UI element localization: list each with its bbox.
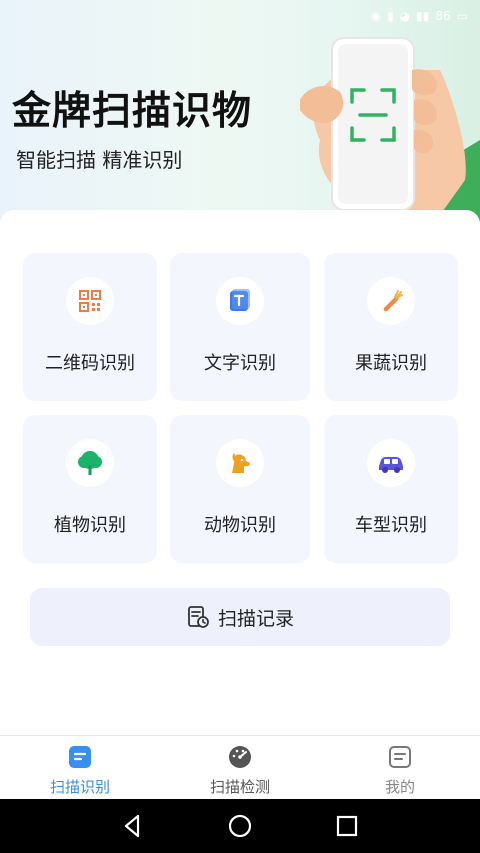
tile-label: 植物识别: [54, 515, 126, 536]
location-icon: ◉: [370, 9, 382, 23]
scan-recognition-tab-icon: [69, 746, 91, 768]
tile-label: 车型识别: [355, 515, 427, 536]
tile-qr-recognition[interactable]: 二维码识别: [23, 253, 157, 401]
tile-text-recognition[interactable]: 文字识别: [170, 253, 310, 401]
app-subtitle: 智能扫描 精准识别: [16, 148, 183, 172]
system-nav-bar: [0, 799, 480, 853]
car-icon: [379, 457, 403, 473]
battery-icon: ▭: [456, 9, 468, 23]
recents-icon[interactable]: [332, 811, 362, 841]
wifi-icon: ◕: [399, 9, 411, 23]
battery-level: 86: [435, 9, 451, 23]
tree-icon: [78, 451, 102, 475]
history-doc-icon: [188, 606, 209, 628]
bottom-tab-bar: 扫描识别 扫描检测 我的: [0, 735, 480, 800]
vibrate-icon: ▮: [387, 9, 394, 23]
tile-label: 动物识别: [204, 515, 276, 536]
header-banner: ◉ ▮ ◕ ▮▮ 86 ▭ 金牌扫描识物 智能扫描 精准识别: [0, 0, 480, 240]
tab-scan-detection[interactable]: 扫描检测: [160, 736, 320, 800]
scan-history-label: 扫描记录: [217, 607, 294, 630]
tab-scan-recognition[interactable]: 扫描识别: [0, 736, 160, 800]
back-icon[interactable]: [118, 811, 148, 841]
app-title: 金牌扫描识物: [12, 89, 253, 134]
profile-doc-icon: [389, 746, 411, 768]
text-icon: [230, 289, 250, 311]
signal-icon: ▮▮: [416, 9, 430, 23]
status-bar: ◉ ▮ ◕ ▮▮ 86 ▭: [0, 0, 480, 32]
tile-produce-recognition[interactable]: 果蔬识别: [324, 253, 458, 401]
tile-label: 果蔬识别: [355, 353, 427, 374]
tab-label: 扫描检测: [209, 778, 270, 796]
qr-code-icon: [79, 290, 101, 312]
dog-icon: [232, 453, 250, 473]
tab-label: 我的: [384, 778, 415, 796]
tile-plant-recognition[interactable]: 植物识别: [23, 415, 157, 563]
tile-car-recognition[interactable]: 车型识别: [324, 415, 458, 563]
tab-label: 扫描识别: [49, 778, 110, 796]
tile-animal-recognition[interactable]: 动物识别: [170, 415, 310, 563]
tab-my[interactable]: 我的: [320, 736, 480, 800]
home-icon[interactable]: [225, 811, 255, 841]
carrot-icon: [383, 290, 403, 312]
scan-history-button[interactable]: 扫描记录: [30, 588, 450, 646]
gauge-icon: [229, 746, 251, 768]
hand-phone-illustration: [300, 37, 480, 240]
tile-label: 文字识别: [204, 353, 276, 374]
tile-label: 二维码识别: [45, 353, 135, 374]
